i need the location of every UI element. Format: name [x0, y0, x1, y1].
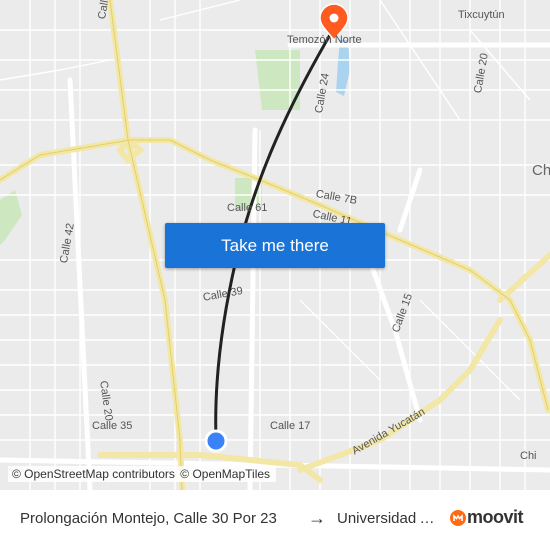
brand-name: moovit: [467, 507, 524, 527]
map-attribution: © OpenStreetMap contributors © OpenMapTi…: [8, 466, 277, 482]
origin-stop-name: Prolongación Montejo, Calle 30 Por 23: [20, 510, 277, 527]
take-me-there-button[interactable]: Take me there: [165, 223, 385, 268]
openmaptiles-attribution-link[interactable]: © OpenMapTiles: [180, 467, 270, 481]
place-label: Ch: [532, 162, 550, 179]
place-label: Temozón Norte: [287, 34, 362, 46]
origin-dot: [204, 429, 228, 453]
street-label: Calle 61: [227, 202, 268, 214]
moovit-logo[interactable]: moovit: [449, 507, 524, 528]
place-label: Tixcuytún: [458, 9, 505, 21]
moovit-pin-icon: [450, 509, 466, 526]
water-area: [336, 40, 350, 96]
street-label: Calle 35: [92, 420, 133, 432]
park-area: [0, 190, 22, 245]
osm-attribution-link[interactable]: © OpenStreetMap contributors: [12, 467, 175, 481]
place-label: Chi: [520, 450, 537, 462]
arrow-right-icon: →: [308, 508, 326, 528]
map-canvas[interactable]: Calle 60 Tixcuytún Temozón Norte Calle 2…: [0, 0, 550, 490]
street-label: Calle 17: [270, 420, 311, 432]
trip-footer: Prolongación Montejo, Calle 30 Por 23 → …: [0, 490, 550, 550]
destination-name: Universidad Anáhuac Mayab: [337, 510, 441, 527]
